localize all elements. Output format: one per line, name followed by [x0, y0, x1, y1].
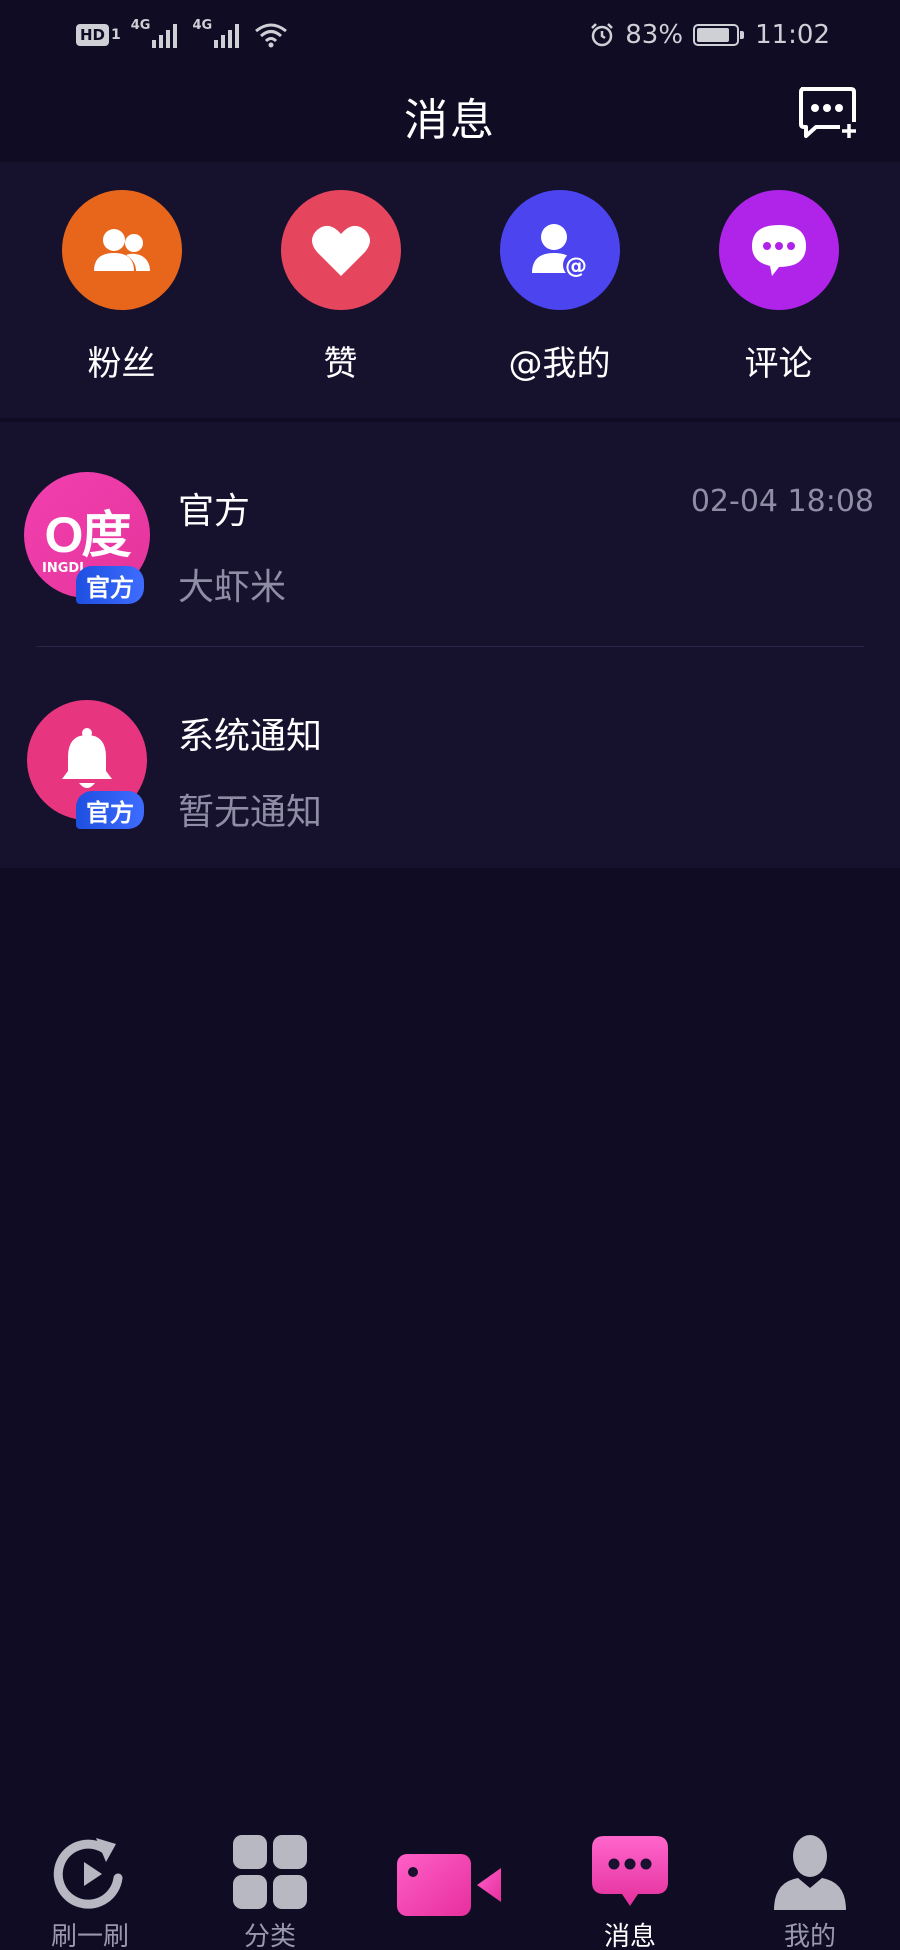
nav-icon [231, 1830, 309, 1914]
fans-circle [61, 190, 182, 310]
shortcut-mentions[interactable]: @ @我的 [465, 190, 655, 385]
shortcut-fans[interactable]: 粉丝 [27, 190, 217, 385]
nav-icon [50, 1830, 130, 1914]
status-bar: HD 1 4G 4G 83% 11:02 [0, 0, 900, 70]
nav-icon [590, 1830, 670, 1914]
page-title: 消息 [404, 95, 496, 146]
mention-icon: @ [531, 224, 589, 279]
signal-icon-2 [214, 24, 240, 48]
avatar-logo-text: O度 [44, 507, 132, 563]
nav-label: 刷一刷 [50, 1922, 129, 1950]
avatar-wrap: O度 INGDI 官方 [24, 472, 150, 604]
conversation-body: 系统通知 暂无通知 [178, 697, 876, 835]
nav-profile[interactable]: 我的 [720, 1830, 900, 1950]
network-type-2: 4G [192, 17, 213, 33]
network-type-1: 4G [130, 17, 151, 33]
nav-icon [770, 1830, 850, 1914]
shortcut-label: 粉丝 [87, 344, 156, 384]
conversation-preview: 暂无通知 [178, 792, 323, 833]
shortcut-label: 赞 [323, 344, 358, 384]
battery-icon [693, 24, 745, 46]
profile-icon [774, 1835, 846, 1910]
official-badge: 官方 [76, 566, 144, 604]
signal-icon [152, 24, 178, 48]
likes-circle [280, 190, 401, 310]
nav-label: 我的 [783, 1922, 836, 1950]
new-chat-icon [799, 87, 858, 140]
header: 消息 [0, 70, 900, 162]
svg-text:@: @ [565, 254, 587, 279]
alarm-icon [591, 23, 614, 47]
sim-indicator: 1 [111, 27, 121, 43]
battery-percent: 83% [625, 20, 684, 50]
nav-messages[interactable]: 消息 [540, 1830, 720, 1950]
new-chat-button[interactable] [796, 84, 858, 140]
conversation-time: 02-04 18:08 [690, 484, 874, 519]
nav-icon [395, 1830, 505, 1940]
shortcut-label: @我的 [508, 344, 611, 384]
fans-icon [93, 229, 150, 271]
grid-icon [233, 1835, 307, 1909]
video-camera-icon [397, 1854, 501, 1916]
bottom-nav: 刷一刷 分类 消息 我的 [0, 1830, 900, 1950]
battery-fill [697, 28, 729, 42]
status-right: 83% 11:02 [589, 20, 830, 50]
shortcut-likes[interactable]: 赞 [246, 190, 436, 385]
status-left: HD 1 4G 4G [76, 18, 288, 48]
mentions-circle: @ [499, 190, 620, 310]
nav-category[interactable]: 分类 [180, 1830, 360, 1950]
nav-label: 消息 [603, 1922, 656, 1950]
conversation-item-system[interactable]: 官方 系统通知 暂无通知 [0, 647, 900, 868]
comments-circle [718, 190, 839, 310]
wifi-icon [255, 23, 288, 48]
bell-icon [62, 728, 112, 788]
conversation-preview: 大虾米 [178, 567, 287, 608]
shortcut-label: 评论 [744, 344, 813, 384]
avatar-wrap: 官方 [24, 697, 150, 829]
shortcut-comments[interactable]: 评论 [684, 190, 874, 385]
nav-label: 分类 [243, 1922, 296, 1950]
heart-icon [311, 225, 370, 276]
conversation-item-official[interactable]: O度 INGDI 官方 官方 大虾米 02-04 18:08 [0, 422, 900, 647]
clock: 11:02 [755, 20, 830, 50]
comment-icon [751, 225, 806, 276]
nav-refresh[interactable]: 刷一刷 [0, 1830, 180, 1950]
message-icon [592, 1836, 668, 1906]
hd-badge: HD [76, 24, 110, 46]
shortcut-row: 粉丝 赞 @ @我的 评论 [0, 162, 900, 418]
official-badge: 官方 [76, 791, 144, 829]
refresh-icon [53, 1838, 123, 1909]
nav-record-video[interactable] [360, 1830, 540, 1942]
conversation-name: 系统通知 [178, 716, 323, 757]
conversation-list: O度 INGDI 官方 官方 大虾米 02-04 18:08 官方 系统通知 暂… [0, 422, 900, 868]
